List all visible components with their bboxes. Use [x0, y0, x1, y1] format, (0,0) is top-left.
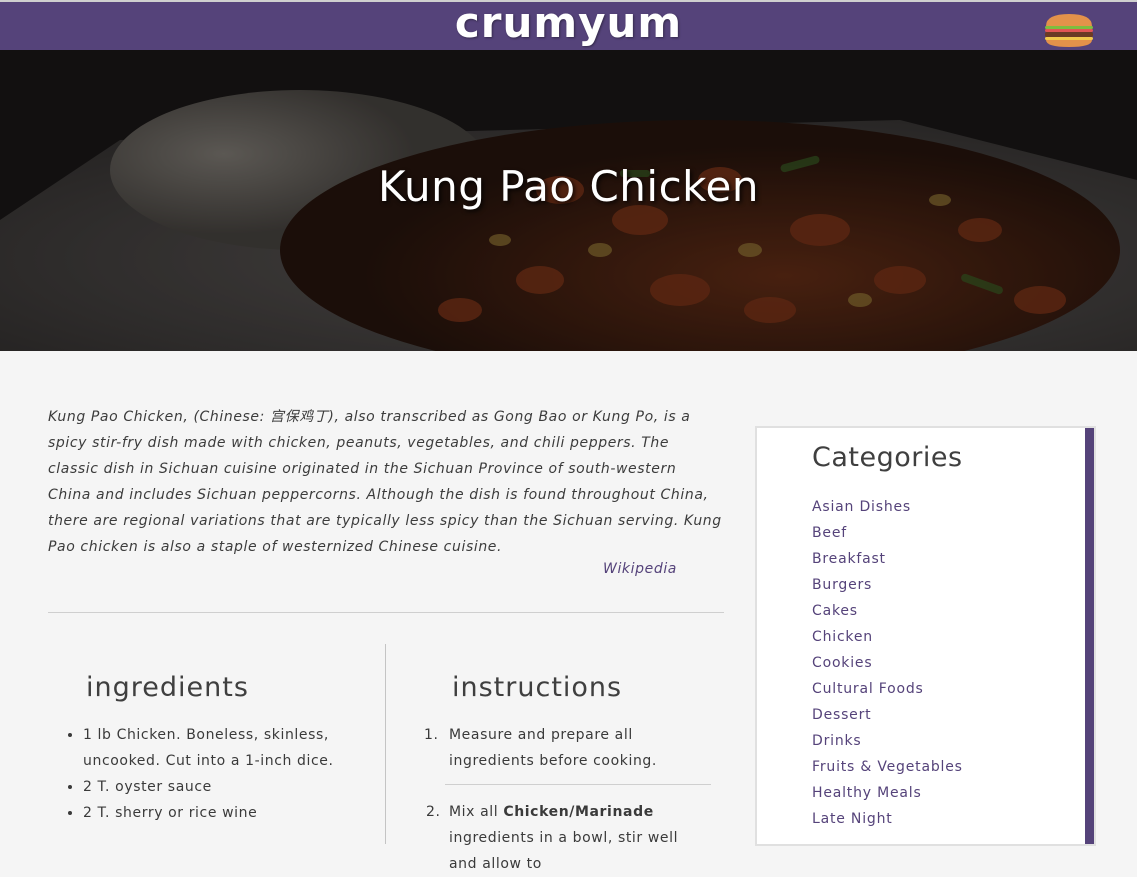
category-link[interactable]: Beef: [812, 520, 963, 546]
section-divider: [48, 612, 724, 613]
category-link[interactable]: Breakfast: [812, 546, 963, 572]
step-text-post: ingredients in a bowl, stir well and all…: [449, 830, 679, 872]
step-number: 2.: [426, 804, 441, 820]
step-text-pre: Mix all: [449, 804, 504, 820]
category-link[interactable]: Cookies: [812, 650, 963, 676]
categories-list: Asian Dishes Beef Breakfast Burgers Cake…: [812, 494, 963, 832]
source-link[interactable]: Wikipedia: [603, 561, 677, 577]
category-link[interactable]: Late Night: [812, 806, 963, 832]
category-link[interactable]: Fruits & Vegetables: [812, 754, 963, 780]
site-logo[interactable]: crumyum: [0, 0, 1137, 47]
menu-button[interactable]: [1043, 12, 1095, 48]
ingredient-item: 2 T. oyster sauce: [83, 774, 373, 800]
category-link[interactable]: Healthy Meals: [812, 780, 963, 806]
instruction-step: 2. Mix all Chicken/Marinade ingredients …: [425, 799, 711, 877]
hero-banner: Kung Pao Chicken: [0, 50, 1137, 351]
category-link[interactable]: Cultural Foods: [812, 676, 963, 702]
ingredients-list: 1 lb Chicken. Boneless, skinless, uncook…: [48, 722, 373, 826]
ingredients-heading: ingredients: [86, 672, 249, 703]
category-link[interactable]: Asian Dishes: [812, 494, 963, 520]
step-number: 1.: [424, 727, 439, 743]
categories-sidebar: Categories Asian Dishes Beef Breakfast B…: [755, 426, 1096, 846]
category-link[interactable]: Cakes: [812, 598, 963, 624]
step-text: Measure and prepare all ingredients befo…: [449, 727, 657, 769]
column-divider: [385, 644, 386, 844]
instructions-list: 1. Measure and prepare all ingredients b…: [424, 722, 711, 877]
ingredient-item: 2 T. sherry or rice wine: [83, 800, 373, 826]
step-text-bold: Chicken/Marinade: [503, 804, 654, 820]
categories-heading: Categories: [812, 442, 963, 473]
recipe-title: Kung Pao Chicken: [378, 162, 759, 211]
category-link[interactable]: Chicken: [812, 624, 963, 650]
instructions-heading: instructions: [452, 672, 623, 703]
ingredient-item: 1 lb Chicken. Boneless, skinless, uncook…: [83, 722, 373, 774]
recipe-description: Kung Pao Chicken, (Chinese: 宫保鸡丁), also …: [48, 409, 722, 555]
category-link[interactable]: Drinks: [812, 728, 963, 754]
sidebar-accent-bar: [1085, 428, 1094, 844]
top-nav-bar: crumyum: [0, 0, 1137, 50]
category-link[interactable]: Dessert: [812, 702, 963, 728]
hamburger-icon: [1045, 14, 1093, 47]
category-link[interactable]: Burgers: [812, 572, 963, 598]
instruction-step: 1. Measure and prepare all ingredients b…: [424, 722, 711, 785]
